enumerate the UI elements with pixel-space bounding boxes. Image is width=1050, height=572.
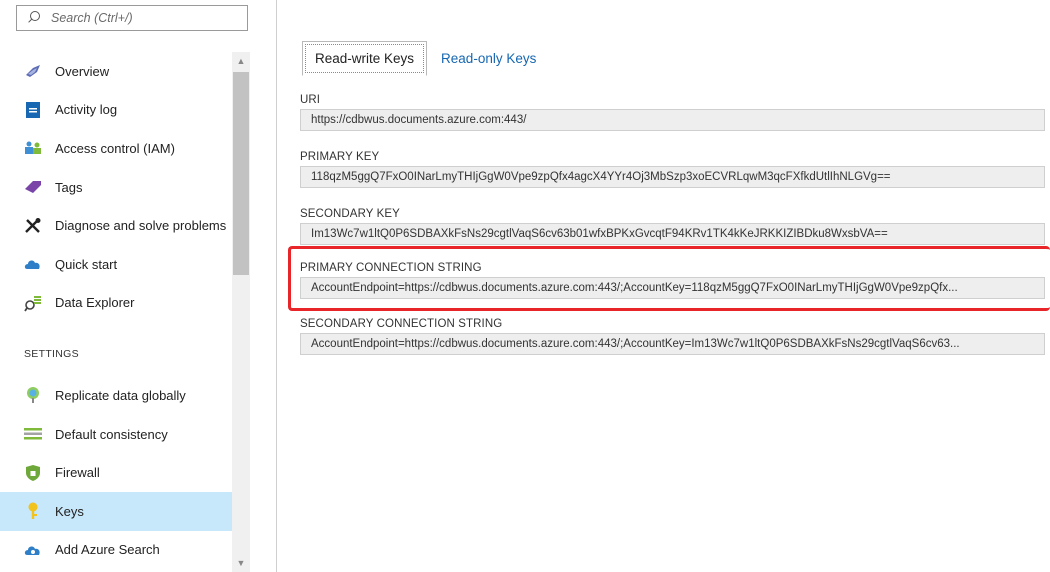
cloud-icon [24,255,42,273]
secondary-key-label: SECONDARY KEY [300,208,400,220]
annotation-highlight-box [288,246,1050,311]
menu-item-label: Firewall [55,465,100,481]
primary-key-label: PRIMARY KEY [300,151,380,163]
resource-menu: Overview Activity log Access control (IA… [0,0,262,572]
uri-value[interactable]: https://cdbwus.documents.azure.com:443/ [300,109,1045,131]
secondary-key-value[interactable]: Im13Wc7w1ltQ0P6SDBAXkFsNs29cgtlVaqS6cv63… [300,223,1045,245]
uri-label: URI [300,94,321,106]
scrollbar-thumb[interactable] [233,72,249,275]
lines-icon [24,425,42,443]
primary-key-value[interactable]: 118qzM5ggQ7FxO0INarLmyTHIjGgW0Vpe9zpQfx4… [300,166,1045,188]
activity-log-icon [24,101,42,119]
menu-item-tags[interactable]: Tags [0,168,232,207]
scroll-down-arrow-icon[interactable]: ▼ [232,554,250,572]
menu-item-activity-log[interactable]: Activity log [0,91,232,130]
menu-item-label: Quick start [55,256,118,272]
data-explorer-icon [24,294,42,312]
menu-item-quick-start[interactable]: Quick start [0,245,232,284]
primary-key-field: PRIMARY KEY 118qzM5ggQ7FxO0INarLmyTHIjGg… [300,150,1050,188]
azure-portal-page: Overview Activity log Access control (IA… [0,0,1050,572]
menu-item-label: Default consistency [55,426,168,442]
menu-item-label: Add Azure Search [55,542,160,558]
wrench-icon [24,217,42,235]
access-control-icon [24,139,42,157]
menu-item-default-consistency[interactable]: Default consistency [0,415,232,454]
secondary-connection-string-value[interactable]: AccountEndpoint=https://cdbwus.documents… [300,333,1045,355]
menu-scrollbar[interactable]: ▲ ▼ [232,52,250,572]
menu-item-label: Replicate data globally [55,387,186,403]
menu-item-add-azure-search[interactable]: Add Azure Search [0,531,232,570]
search-icon [27,11,41,25]
menu-item-label: Data Explorer [55,295,135,311]
menu-item-label: Tags [55,179,83,195]
menu-item-label: Access control (IAM) [55,140,175,156]
menu-item-firewall[interactable]: Firewall [0,453,232,492]
tab-read-write-keys[interactable]: Read-write Keys [302,41,428,76]
scroll-up-arrow-icon[interactable]: ▲ [232,52,250,70]
menu-item-overview[interactable]: Overview [0,52,232,91]
menu-item-data-explorer[interactable]: Data Explorer [0,284,232,323]
menu-item-label: Keys [55,503,84,519]
settings-heading: SETTINGS [24,348,79,361]
cloud-search-icon [24,541,42,559]
secondary-key-field: SECONDARY KEY Im13Wc7w1ltQ0P6SDBAXkFsNs2… [300,207,1050,245]
menu-list: Overview Activity log Access control (IA… [0,52,232,569]
secondary-connection-string-label: SECONDARY CONNECTION STRING [300,318,503,330]
globe-icon [24,386,42,404]
menu-item-label: Overview [55,63,110,79]
key-icon [24,502,42,520]
menu-item-diagnose[interactable]: Diagnose and solve problems [0,206,232,245]
menu-item-label: Diagnose and solve problems [55,218,227,234]
search-box[interactable] [16,5,248,31]
menu-item-access-control[interactable]: Access control (IAM) [0,129,232,168]
uri-field: URI https://cdbwus.documents.azure.com:4… [300,93,1050,131]
search-input[interactable] [51,7,241,29]
menu-item-replicate[interactable]: Replicate data globally [0,376,232,415]
secondary-connection-string-field: SECONDARY CONNECTION STRING AccountEndpo… [300,317,1050,355]
tag-icon [24,178,42,196]
tab-read-only-keys[interactable]: Read-only Keys [427,41,548,76]
overview-icon [24,62,42,80]
menu-item-label: Activity log [55,102,118,118]
keys-tabs: Read-write Keys Read-only Keys [302,41,548,76]
menu-item-keys[interactable]: Keys [0,491,232,531]
firewall-icon [24,464,42,482]
